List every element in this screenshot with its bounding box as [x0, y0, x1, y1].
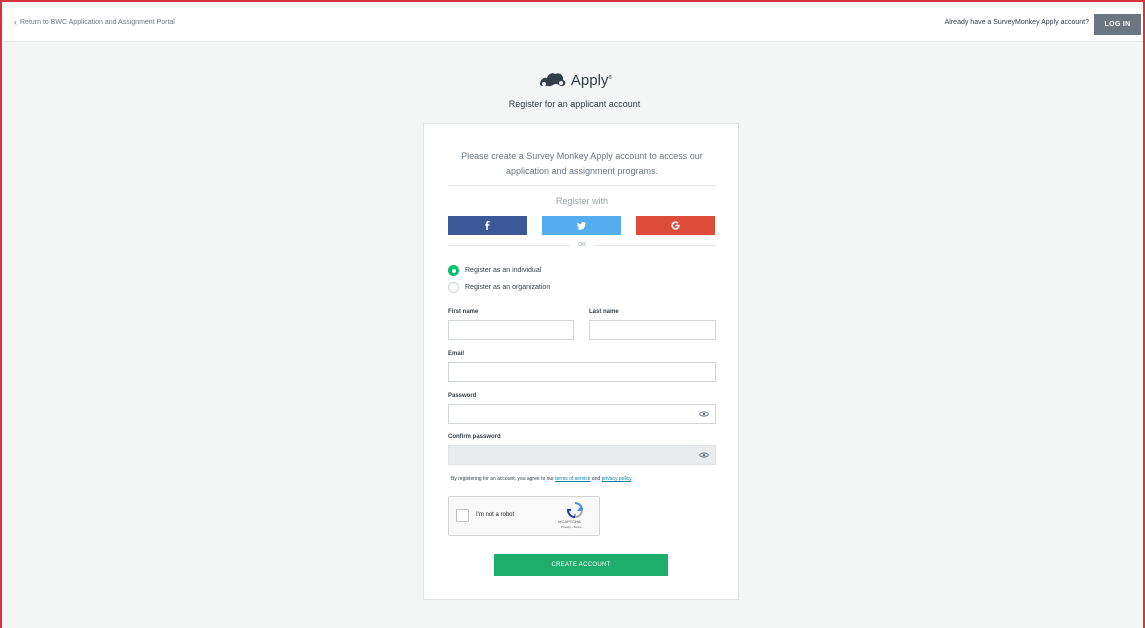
- divider: [448, 185, 716, 186]
- terms-of-service-link[interactable]: terms of service: [555, 476, 590, 482]
- brand-name: Apply®: [571, 72, 612, 89]
- eye-icon[interactable]: [699, 410, 709, 418]
- recaptcha-brand: reCAPTCHA: [558, 519, 581, 524]
- or-separator: OR: [448, 242, 716, 248]
- confirm-password-field[interactable]: [448, 445, 716, 465]
- facebook-button[interactable]: [448, 216, 527, 235]
- brand-name-text: Apply: [570, 71, 609, 89]
- radio-button[interactable]: [448, 282, 459, 293]
- terms-prefix: By registering for an account, you agree…: [451, 476, 554, 482]
- google-button[interactable]: [636, 216, 715, 235]
- first-name-field[interactable]: [448, 320, 574, 340]
- twitter-button[interactable]: [542, 216, 621, 235]
- login-prompt: Already have a SurveyMonkey Apply accoun…: [944, 19, 1089, 26]
- twitter-icon: [577, 221, 586, 230]
- page-frame: ‹ Return to BWC Application and Assignme…: [0, 0, 1145, 628]
- login-button[interactable]: LOG IN: [1094, 14, 1141, 35]
- confirm-password-label: Confirm password: [448, 434, 501, 440]
- create-account-button[interactable]: CREATE ACCOUNT: [494, 554, 668, 576]
- terms-text: By registering for an account, you agree…: [451, 476, 721, 482]
- registration-card: Please create a Survey Monkey Apply acco…: [423, 123, 739, 600]
- surveymonkey-logo-icon: [539, 73, 566, 87]
- first-name-label: First name: [448, 309, 479, 315]
- email-label: Email: [448, 351, 465, 357]
- radio-individual-label: Register as an individual: [465, 267, 542, 274]
- back-link-label: Return to BWC Application and Assignment…: [20, 19, 175, 26]
- back-link[interactable]: ‹ Return to BWC Application and Assignme…: [14, 17, 175, 27]
- email-field[interactable]: [448, 362, 716, 382]
- password-field[interactable]: [448, 404, 716, 424]
- last-name-label: Last name: [589, 309, 619, 315]
- radio-individual[interactable]: Register as an individual: [448, 265, 541, 276]
- recaptcha-checkbox[interactable]: [456, 509, 469, 522]
- radio-button-selected[interactable]: [448, 265, 459, 276]
- intro-text: Please create a Survey Monkey Apply acco…: [461, 151, 703, 176]
- page-subtitle: Register for an applicant account: [508, 99, 641, 109]
- trademark: ®: [608, 74, 613, 81]
- last-name-field[interactable]: [589, 320, 716, 340]
- radio-organization[interactable]: Register as an organization: [448, 282, 550, 293]
- password-label: Password: [448, 393, 477, 399]
- brand: Apply®: [2, 70, 1143, 90]
- radio-organization-label: Register as an organization: [465, 284, 551, 291]
- chevron-left-icon: ‹: [14, 17, 17, 27]
- or-label: OR: [578, 242, 586, 248]
- terms-suffix: .: [631, 476, 633, 482]
- facebook-icon: [485, 221, 490, 230]
- recaptcha-icon: [567, 502, 583, 518]
- top-bar: ‹ Return to BWC Application and Assignme…: [4, 8, 1143, 42]
- or-line-left: [448, 244, 571, 246]
- privacy-policy-link[interactable]: privacy policy: [602, 476, 632, 482]
- register-with-label: Register with: [555, 196, 609, 206]
- terms-conjunction: and: [591, 476, 601, 482]
- recaptcha-terms[interactable]: Privacy - Terms: [561, 525, 582, 529]
- google-icon: [671, 221, 680, 230]
- recaptcha-widget: I'm not a robot reCAPTCHA Privacy - Term…: [448, 496, 600, 536]
- or-line-right: [593, 244, 716, 246]
- eye-icon[interactable]: [699, 451, 709, 459]
- recaptcha-label: I'm not a robot: [476, 512, 515, 518]
